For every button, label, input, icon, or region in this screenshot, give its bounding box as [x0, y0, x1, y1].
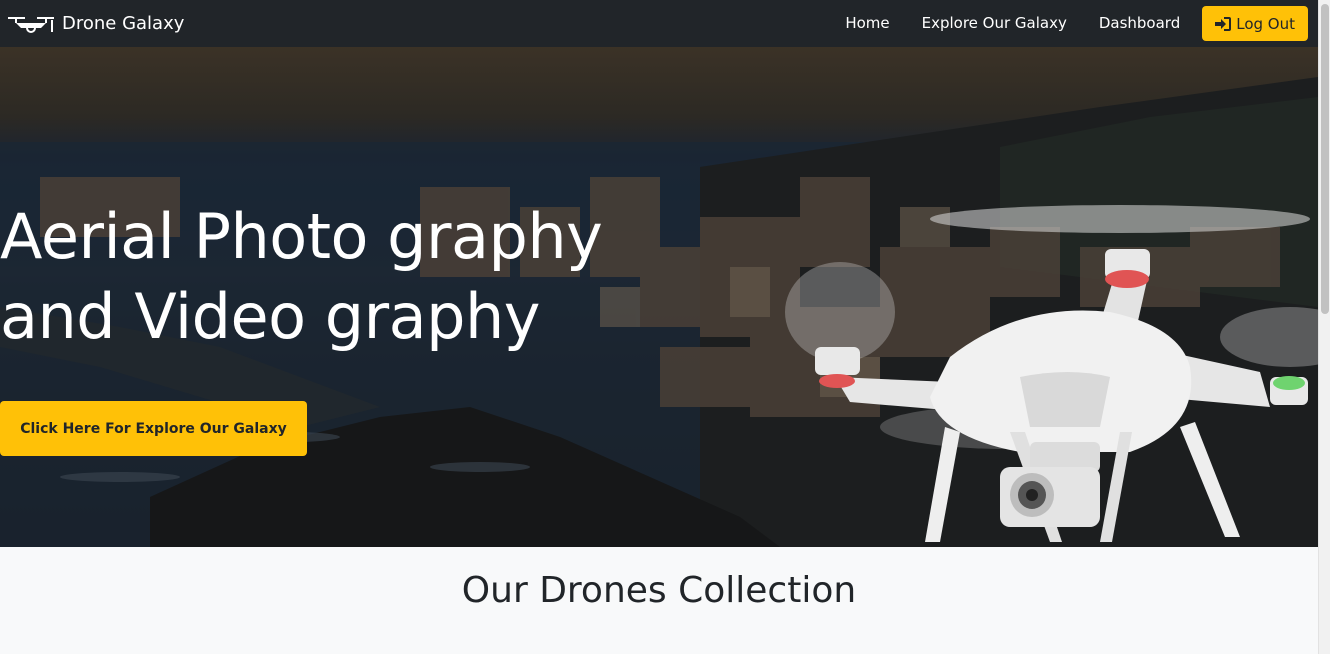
- nav-dashboard[interactable]: Dashboard: [1083, 0, 1196, 47]
- scrollbar-thumb[interactable]: [1321, 4, 1329, 314]
- drone-image: [785, 205, 1318, 542]
- hero-title-line1: Aerial Photo graphy: [0, 200, 603, 273]
- brand-name: Drone Galaxy: [62, 13, 185, 34]
- explore-galaxy-button[interactable]: Click Here For Explore Our Galaxy: [0, 401, 307, 456]
- hero-title: Aerial Photo graphy and Video graphy: [0, 197, 603, 357]
- hero-banner: Aerial Photo graphy and Video graphy Cli…: [0, 47, 1318, 547]
- sign-in-icon: [1215, 16, 1232, 31]
- scrollbar[interactable]: [1318, 0, 1330, 654]
- nav-explore[interactable]: Explore Our Galaxy: [906, 0, 1083, 47]
- nav-home[interactable]: Home: [829, 0, 905, 47]
- logout-button[interactable]: Log Out: [1202, 6, 1308, 41]
- navbar: Drone Galaxy Home Explore Our Galaxy Das…: [0, 0, 1318, 47]
- nav-links: Home Explore Our Galaxy Dashboard Log Ou…: [829, 0, 1308, 47]
- logout-label: Log Out: [1236, 14, 1295, 33]
- brand-link[interactable]: Drone Galaxy: [8, 13, 184, 34]
- drone-icon: [8, 16, 54, 33]
- section-title-drones-collection: Our Drones Collection: [461, 570, 857, 611]
- hero-title-line2: and Video graphy: [0, 280, 540, 353]
